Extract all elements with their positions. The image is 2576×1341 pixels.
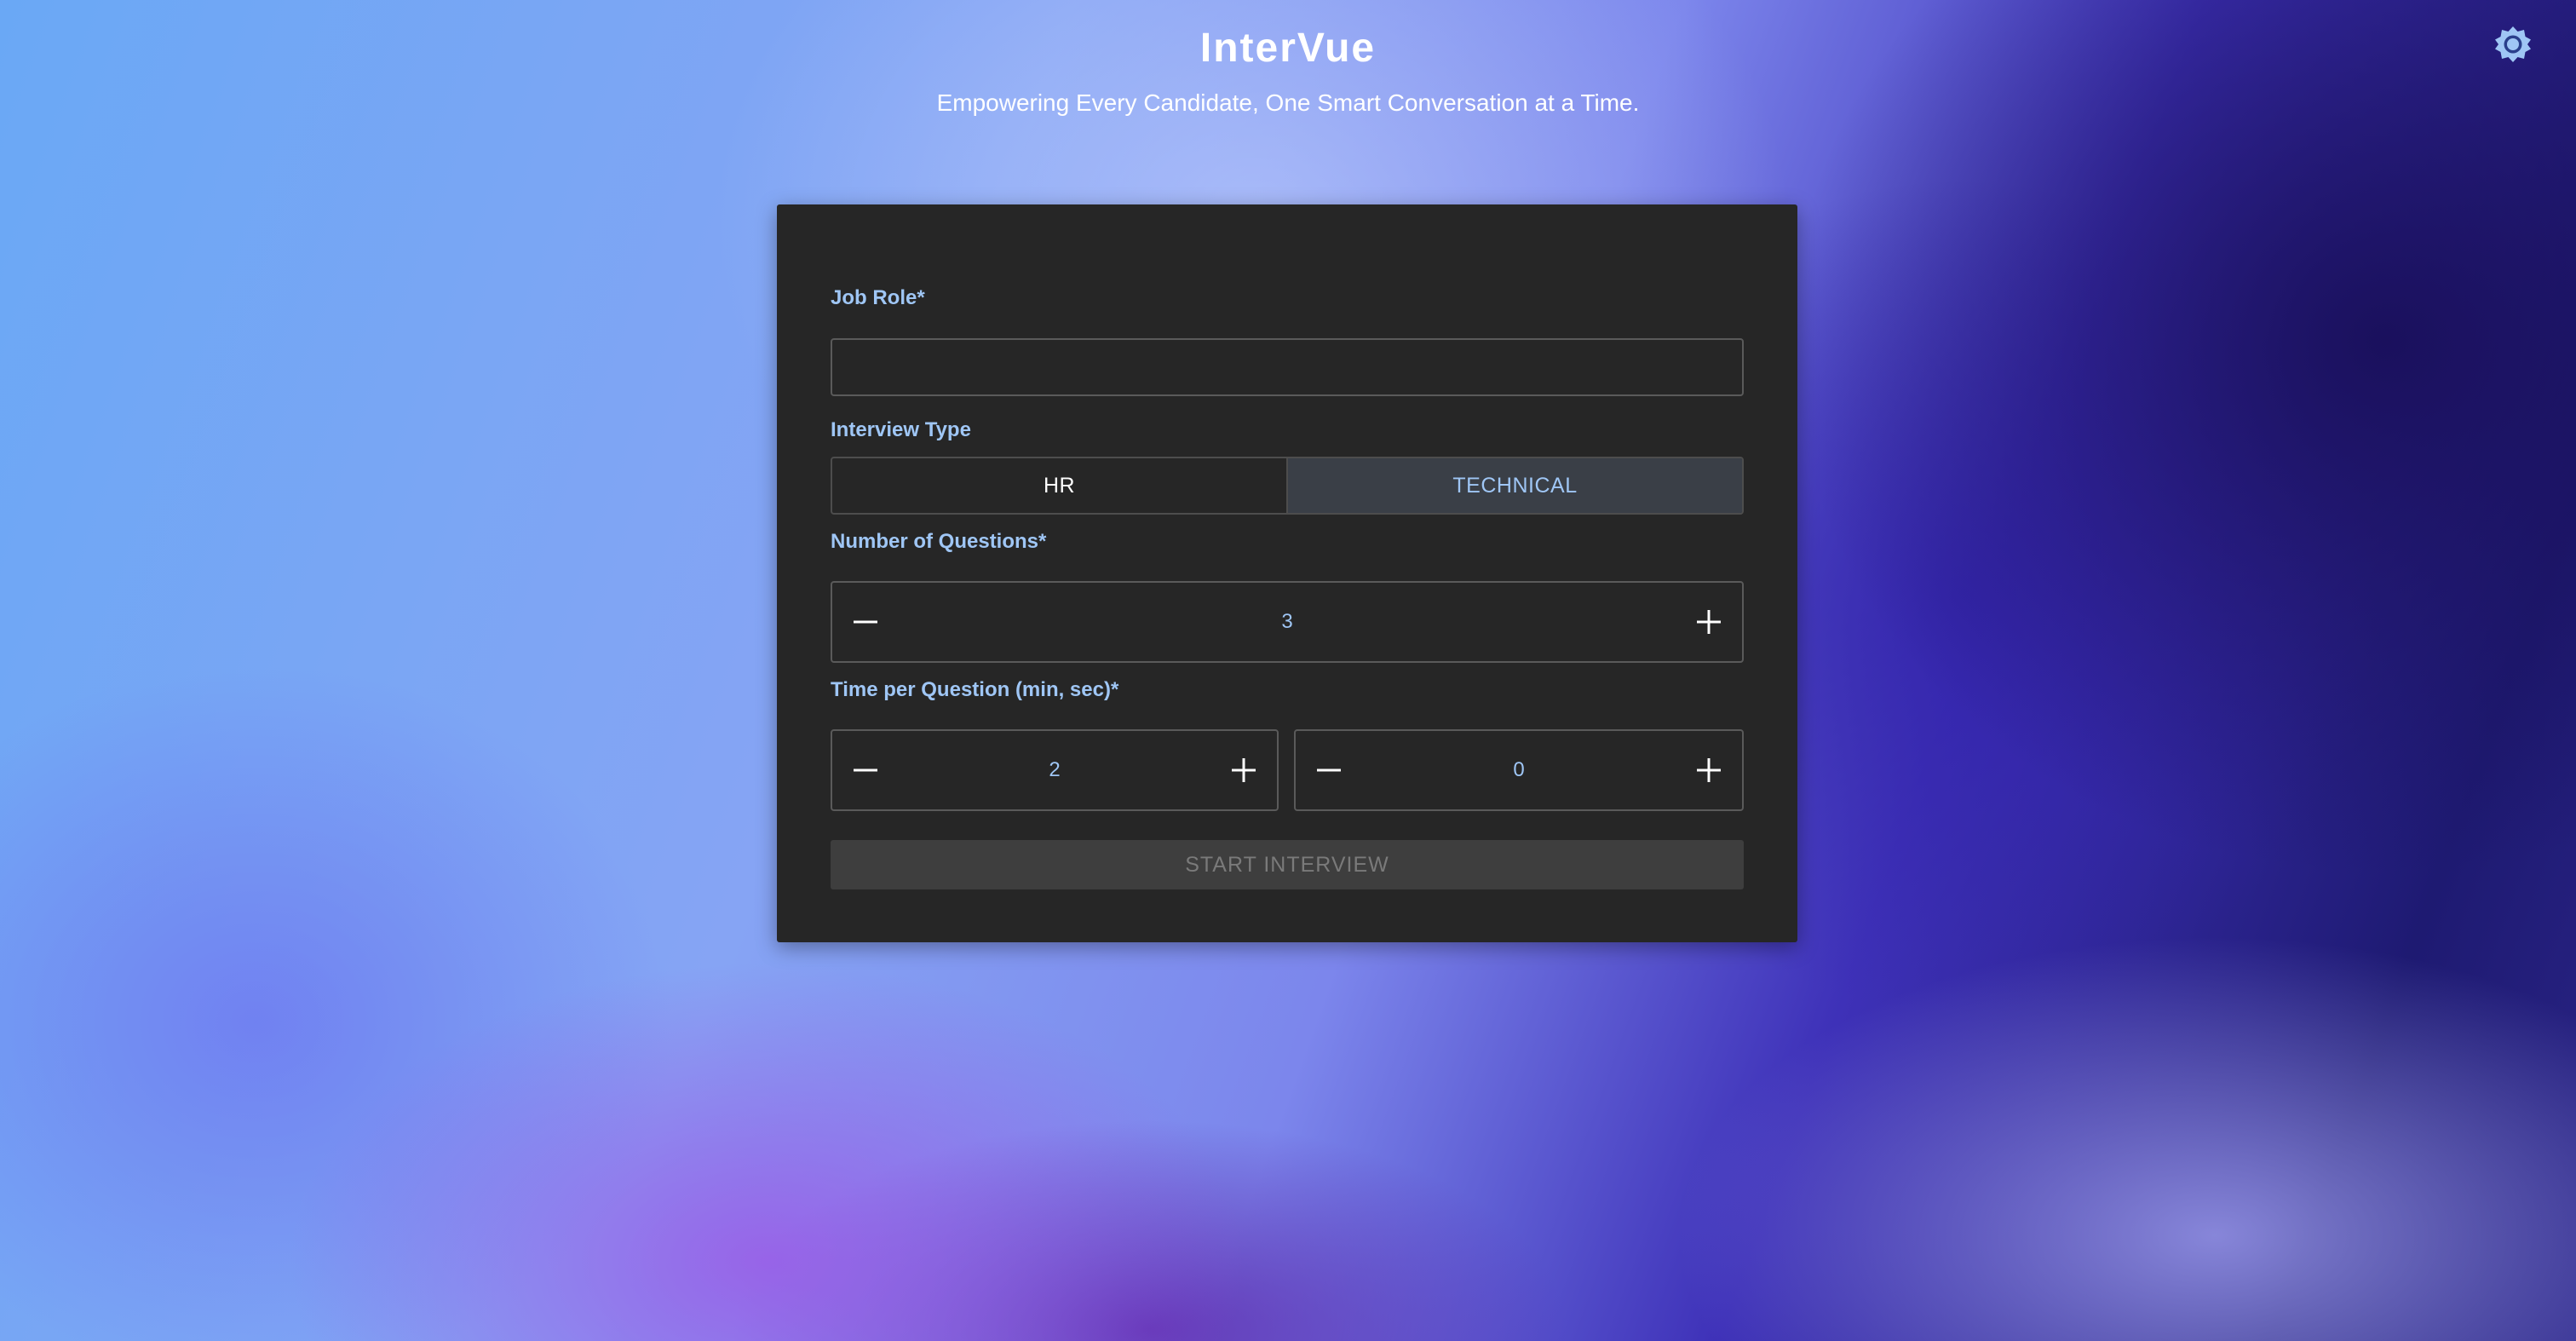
seconds-increment-button[interactable] (1676, 731, 1742, 809)
job-role-input[interactable] (831, 338, 1744, 396)
minus-icon (854, 620, 877, 624)
minus-icon (1317, 768, 1341, 772)
minutes-stepper: 2 (831, 729, 1279, 811)
interview-type-label: Interview Type (831, 418, 971, 441)
num-questions-decrement-button[interactable] (832, 583, 899, 661)
seconds-stepper: 0 (1294, 729, 1744, 811)
seconds-value: 0 (1513, 758, 1525, 781)
seconds-decrement-button[interactable] (1296, 731, 1362, 809)
interview-setup-card: Job Role* Interview Type HR TECHNICAL Nu… (777, 204, 1797, 942)
minutes-decrement-button[interactable] (832, 731, 899, 809)
minutes-increment-button[interactable] (1210, 731, 1277, 809)
num-questions-label: Number of Questions* (831, 530, 1047, 553)
plus-icon (1697, 610, 1721, 634)
plus-icon (1232, 758, 1256, 782)
num-questions-stepper: 3 (831, 581, 1744, 663)
minus-icon (854, 768, 877, 772)
start-interview-button[interactable]: START INTERVIEW (831, 840, 1744, 889)
minutes-value: 2 (1049, 758, 1061, 781)
time-per-question-label: Time per Question (min, sec)* (831, 678, 1119, 701)
interview-type-technical[interactable]: TECHNICAL (1288, 458, 1742, 513)
interview-type-toggle: HR TECHNICAL (831, 457, 1744, 515)
app-subtitle: Empowering Every Candidate, One Smart Co… (936, 89, 1640, 116)
num-questions-value: 3 (1281, 610, 1293, 633)
sun-icon (2494, 26, 2532, 67)
page-header: InterVue Empowering Every Candidate, One… (0, 24, 2576, 118)
theme-toggle-button[interactable] (2491, 24, 2535, 68)
interview-type-hr[interactable]: HR (832, 458, 1288, 513)
num-questions-increment-button[interactable] (1676, 583, 1742, 661)
plus-icon (1697, 758, 1721, 782)
app-title: InterVue (1199, 26, 1377, 71)
job-role-label: Job Role* (831, 286, 925, 309)
